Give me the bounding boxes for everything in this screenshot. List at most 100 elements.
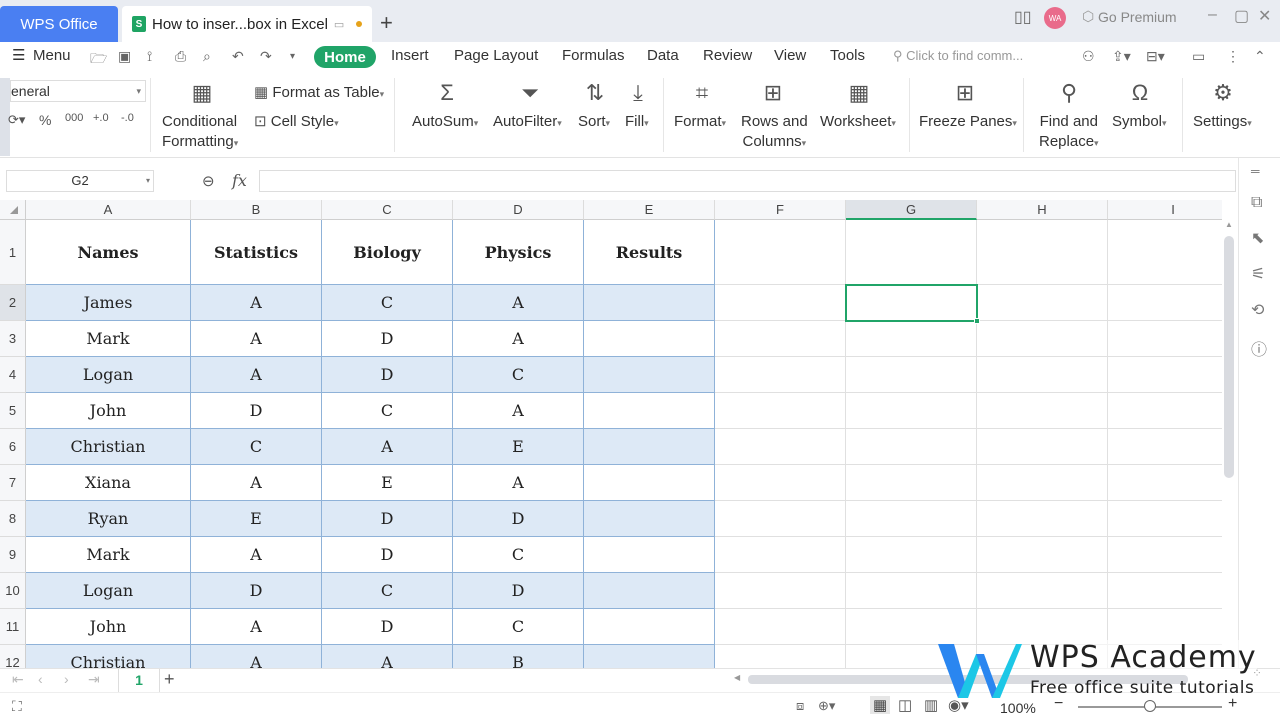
print-icon[interactable]: ⎙ xyxy=(175,48,186,65)
menu-button[interactable]: Menu xyxy=(33,47,71,64)
page-layout-view-icon[interactable]: ◫ xyxy=(898,696,912,714)
sidebar-collapse-icon[interactable]: ═ xyxy=(1251,164,1260,178)
row-header-2[interactable]: 2 xyxy=(0,285,26,321)
table-cell[interactable]: Logan xyxy=(26,573,191,609)
open-folder-icon[interactable]: 🗁 xyxy=(90,48,107,72)
cell-i10[interactable] xyxy=(1108,573,1222,609)
quick-access-dropdown-icon[interactable]: ▾ xyxy=(290,51,295,62)
table-cell[interactable]: C xyxy=(322,573,453,609)
zoom-formula-icon[interactable]: ⊖ xyxy=(202,172,215,190)
cell-h10[interactable] xyxy=(977,573,1108,609)
table-cell[interactable] xyxy=(584,321,715,357)
normal-view-icon[interactable]: ▦ xyxy=(870,696,891,714)
sheet-tab-1[interactable]: 1 xyxy=(118,669,160,693)
table-cell[interactable]: Mark xyxy=(26,321,191,357)
conditional-formatting-icon[interactable]: ▦ xyxy=(189,80,215,106)
cell-g8[interactable] xyxy=(846,501,977,537)
cell-f1[interactable] xyxy=(715,220,846,285)
apps-grid-icon[interactable]: ⁘ xyxy=(1252,666,1262,680)
table-cell[interactable]: A xyxy=(453,285,584,321)
cell-i7[interactable] xyxy=(1108,465,1222,501)
row-header-12[interactable]: 12 xyxy=(0,645,26,668)
decrease-decimal-icon[interactable]: -.0 xyxy=(121,112,134,124)
print-preview-icon[interactable]: ⌕ xyxy=(203,48,211,65)
row-header-5[interactable]: 5 xyxy=(0,393,26,429)
tab-home[interactable]: Home xyxy=(314,46,376,68)
table-header-cell[interactable]: Physics xyxy=(453,220,584,285)
increase-decimal-icon[interactable]: +.0 xyxy=(93,112,109,124)
minimize-icon[interactable]: – xyxy=(1208,6,1217,24)
row-header-6[interactable]: 6 xyxy=(0,429,26,465)
table-cell[interactable] xyxy=(584,465,715,501)
cell-i1[interactable] xyxy=(1108,220,1222,285)
format-pane-icon[interactable]: ⧉ xyxy=(1251,194,1262,212)
tab-view[interactable]: View xyxy=(774,47,806,64)
tab-page-layout[interactable]: Page Layout xyxy=(454,47,538,64)
cell-g5[interactable] xyxy=(846,393,977,429)
redo-icon[interactable]: ↷ xyxy=(260,48,272,65)
rows-and-columns-button[interactable]: Rows and Columns▾ xyxy=(741,112,808,153)
column-header-b[interactable]: B xyxy=(191,200,322,220)
tab-data[interactable]: Data xyxy=(647,47,679,64)
collapse-ribbon-icon[interactable]: ⌃ xyxy=(1254,48,1266,65)
table-cell[interactable]: A xyxy=(191,357,322,393)
row-header-11[interactable]: 11 xyxy=(0,609,26,645)
app-tab[interactable]: WPS Office xyxy=(0,6,118,42)
table-cell[interactable]: John xyxy=(26,393,191,429)
table-cell[interactable]: A xyxy=(191,645,322,668)
protect-icon[interactable]: ⧈ xyxy=(796,698,804,714)
table-cell[interactable]: E xyxy=(191,501,322,537)
close-icon[interactable]: ✕ xyxy=(1258,6,1271,26)
table-cell[interactable] xyxy=(584,645,715,668)
cell-h9[interactable] xyxy=(977,537,1108,573)
table-cell[interactable]: Christian xyxy=(26,645,191,668)
cell-h5[interactable] xyxy=(977,393,1108,429)
table-cell[interactable] xyxy=(584,285,715,321)
cell-h2[interactable] xyxy=(977,285,1108,321)
more-options-icon[interactable]: ⊟▾ xyxy=(1146,48,1165,65)
format-icon[interactable]: ⌗ xyxy=(689,80,715,106)
table-cell[interactable]: B xyxy=(453,645,584,668)
cell-h4[interactable] xyxy=(977,357,1108,393)
sort-button[interactable]: Sort▾ xyxy=(578,112,610,133)
cell-f12[interactable] xyxy=(715,645,846,668)
table-cell[interactable]: A xyxy=(322,429,453,465)
avatar[interactable]: WA xyxy=(1044,7,1066,29)
autofilter-button[interactable]: AutoFilter▾ xyxy=(493,112,562,133)
table-cell[interactable]: A xyxy=(453,393,584,429)
command-search[interactable]: ⚲ Click to find comm... xyxy=(893,48,1023,64)
restore-tab-icon[interactable]: ▭ xyxy=(334,18,344,31)
format-painter-icon[interactable]: ⟟ xyxy=(147,48,152,65)
autosum-icon[interactable]: Σ xyxy=(434,80,460,106)
table-header-cell[interactable]: Names xyxy=(26,220,191,285)
cell-f8[interactable] xyxy=(715,501,846,537)
zoom-level[interactable]: 100% xyxy=(1000,700,1036,716)
table-cell[interactable] xyxy=(584,429,715,465)
table-cell[interactable]: Logan xyxy=(26,357,191,393)
table-cell[interactable]: D xyxy=(191,573,322,609)
active-cell-outline[interactable] xyxy=(845,284,978,322)
cell-h8[interactable] xyxy=(977,501,1108,537)
cell-f11[interactable] xyxy=(715,609,846,645)
find-and-replace-button[interactable]: Find and Replace▾ xyxy=(1039,112,1099,153)
row-header-1[interactable]: 1 xyxy=(0,220,26,285)
row-header-7[interactable]: 7 xyxy=(0,465,26,501)
cell-g6[interactable] xyxy=(846,429,977,465)
cell-f7[interactable] xyxy=(715,465,846,501)
table-cell[interactable]: C xyxy=(453,609,584,645)
table-cell[interactable]: A xyxy=(191,609,322,645)
column-header-c[interactable]: C xyxy=(322,200,453,220)
fill-icon[interactable]: ⤓ xyxy=(625,80,651,106)
row-header-10[interactable]: 10 xyxy=(0,573,26,609)
name-box[interactable]: G2 ▾ xyxy=(6,170,154,192)
zoom-slider-thumb[interactable] xyxy=(1144,700,1156,712)
function-icon[interactable]: fx xyxy=(232,171,247,190)
cell-g10[interactable] xyxy=(846,573,977,609)
cell-f4[interactable] xyxy=(715,357,846,393)
autosum-button[interactable]: AutoSum▾ xyxy=(412,112,478,133)
table-header-cell[interactable]: Biology xyxy=(322,220,453,285)
table-cell[interactable] xyxy=(584,537,715,573)
column-header-d[interactable]: D xyxy=(453,200,584,220)
column-header-g[interactable]: G xyxy=(846,200,977,220)
table-cell[interactable] xyxy=(584,609,715,645)
